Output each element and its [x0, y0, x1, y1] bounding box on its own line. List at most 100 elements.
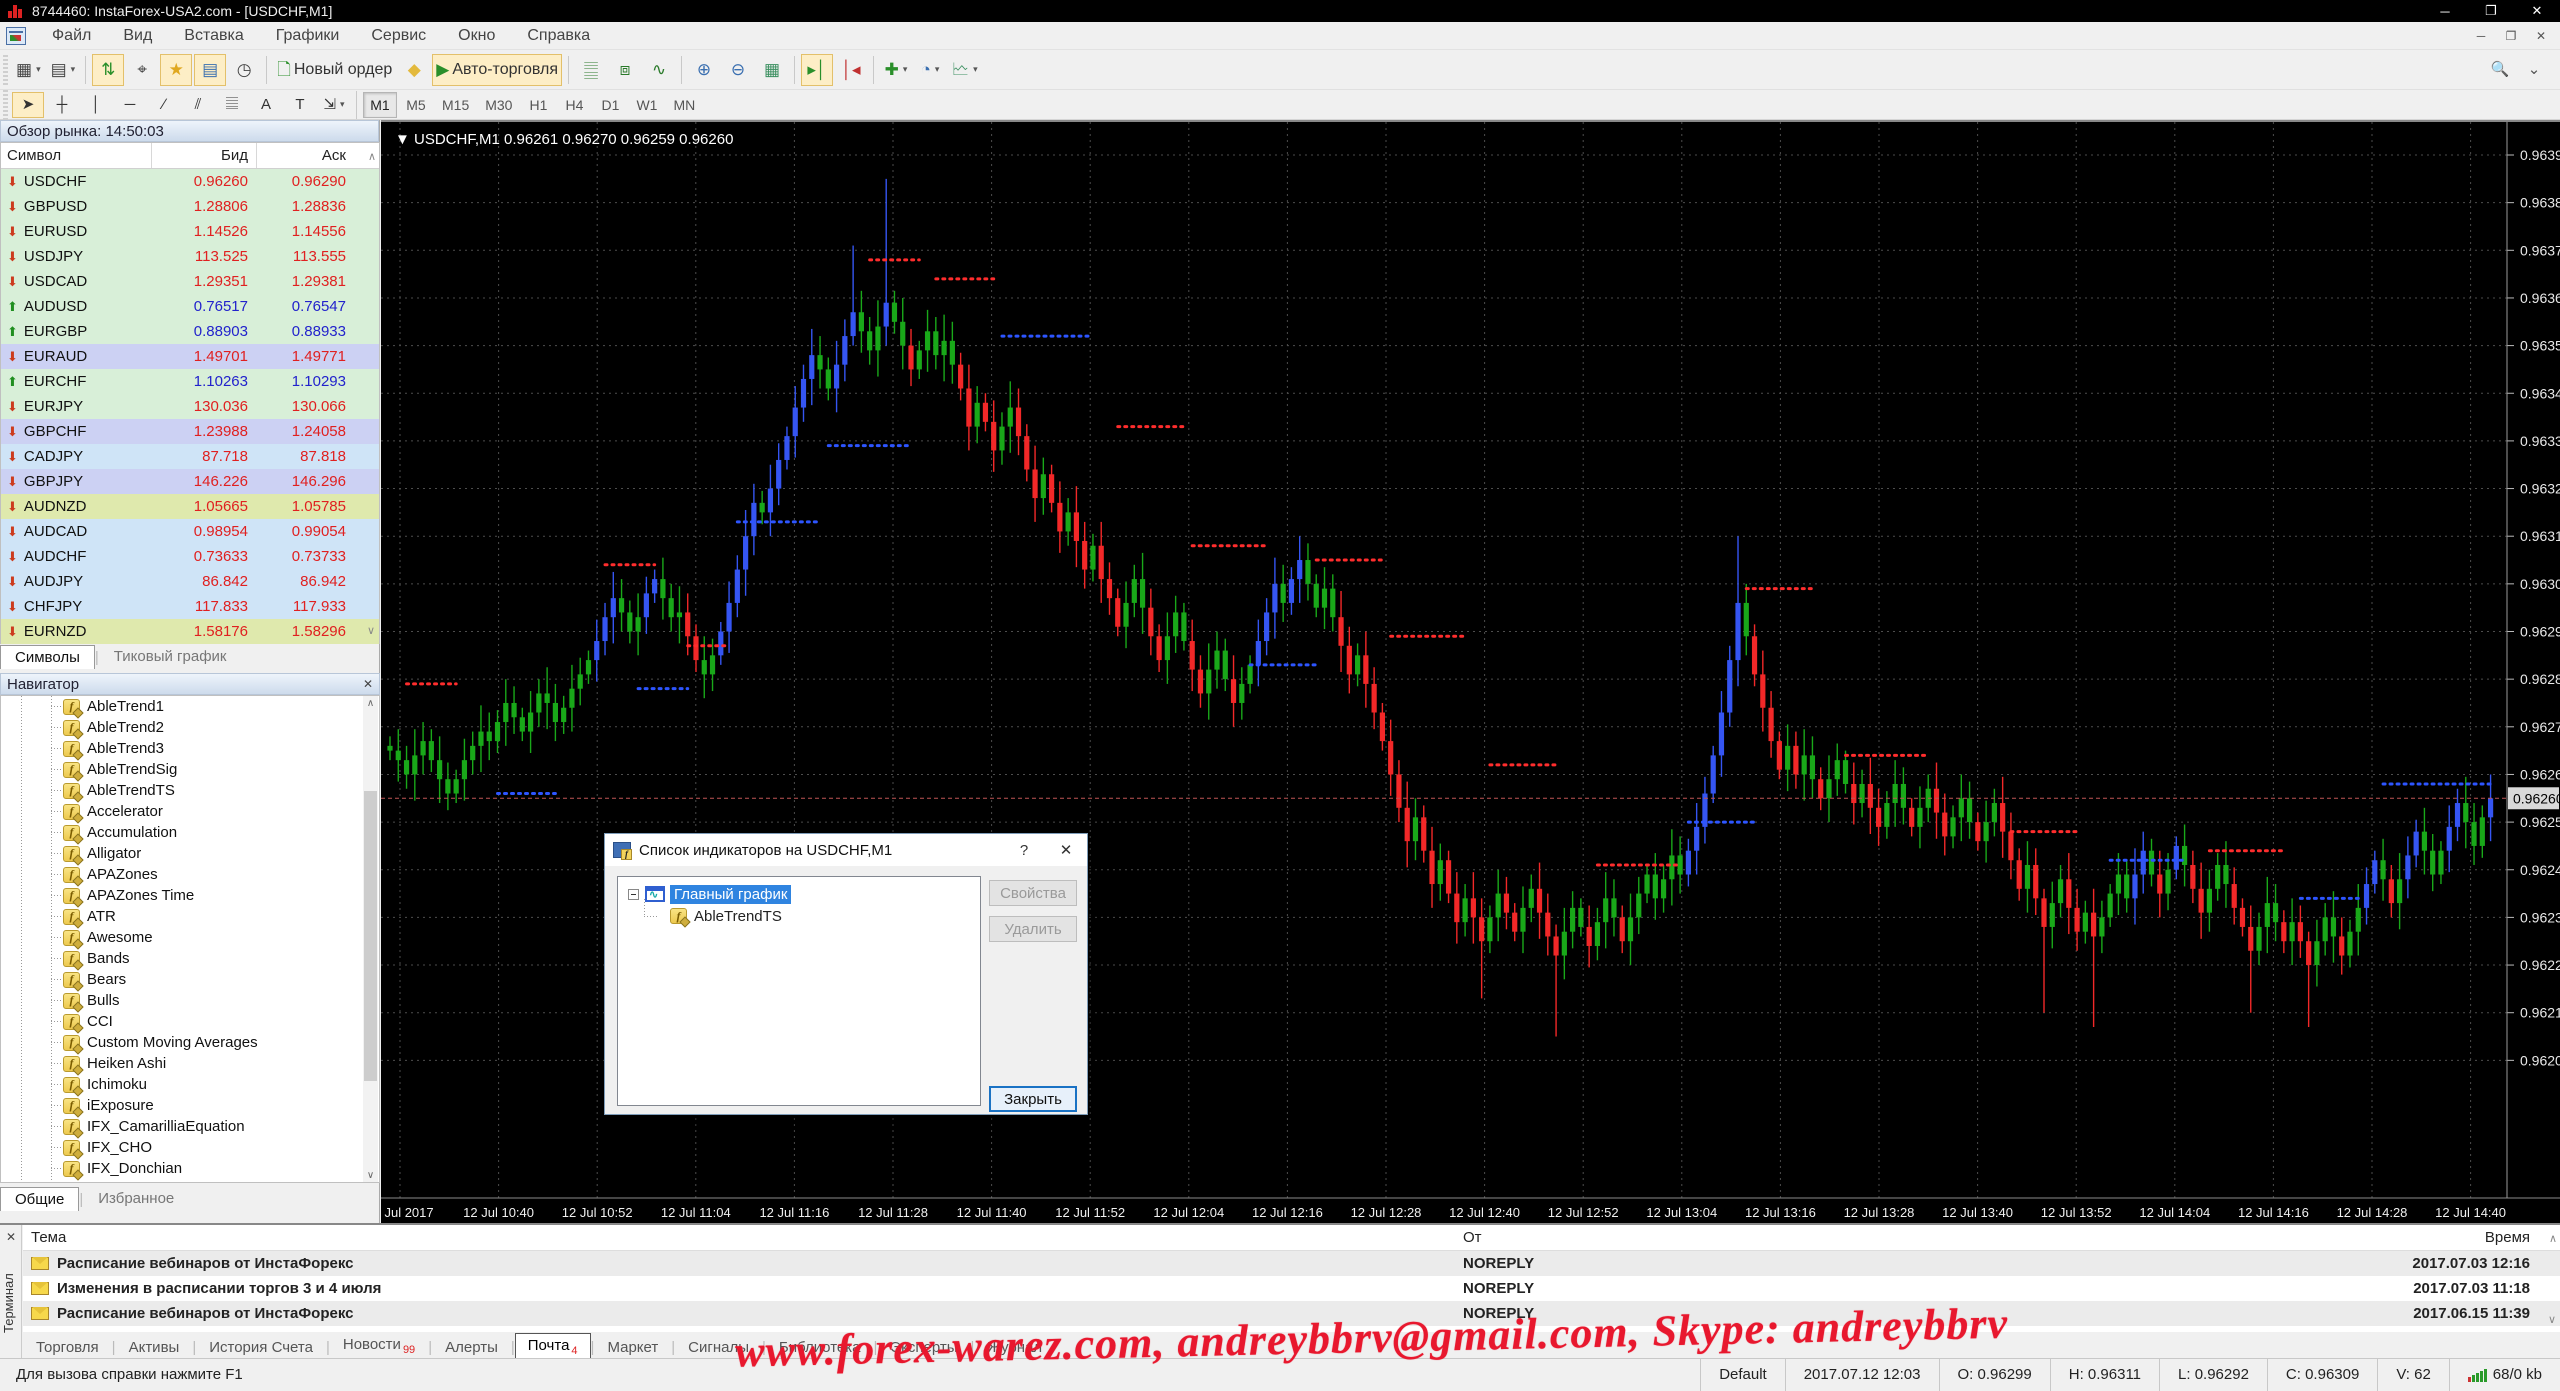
trendline-tool[interactable]: ∕ — [148, 92, 180, 118]
market-watch-row-usdjpy[interactable]: ⬇USDJPY113.525113.555 — [1, 244, 379, 269]
terminal-toggle[interactable]: ▤ — [194, 54, 226, 86]
market-watch-row-eurgbp[interactable]: ⬆EURGBP0.889030.88933 — [1, 319, 379, 344]
zoom-in-button[interactable]: ⊕ — [688, 54, 720, 86]
line-chart-button[interactable]: ∿ — [643, 54, 675, 86]
terminal-tab-новости[interactable]: Новости99 — [330, 1332, 428, 1360]
dialog-indicator-list[interactable]: Главный график f AbleTrendTS — [617, 876, 981, 1106]
child-restore-button[interactable]: ❐ — [2496, 25, 2526, 47]
market-watch-row-cadjpy[interactable]: ⬇CADJPY87.71887.818 — [1, 444, 379, 469]
timeframe-m30[interactable]: M30 — [478, 92, 519, 118]
scroll-up-icon[interactable]: ∧ — [2549, 1232, 2557, 1245]
mail-row[interactable]: Расписание вебинаров от ИнстаФорексNOREP… — [23, 1251, 2560, 1276]
scrollbar-thumb[interactable] — [364, 791, 377, 1081]
navigator-item-abletrend2[interactable]: fAbleTrend2 — [1, 717, 379, 738]
menu-вид[interactable]: Вид — [107, 23, 168, 48]
timeframe-h1[interactable]: H1 — [521, 92, 555, 118]
scroll-down-icon[interactable]: ∨ — [367, 624, 375, 637]
mail-row[interactable]: Изменения в расписании торгов 3 и 4 июля… — [23, 1276, 2560, 1301]
navigator-item-ichimoku[interactable]: fIchimoku — [1, 1074, 379, 1095]
status-profile[interactable]: Default — [1700, 1359, 1785, 1391]
column-from[interactable]: От — [1455, 1225, 2410, 1250]
navigator-toggle[interactable]: ★ — [160, 54, 192, 86]
navigator-item-cci[interactable]: fCCI — [1, 1011, 379, 1032]
market-watch-row-audusd[interactable]: ⬆AUDUSD0.765170.76547 — [1, 294, 379, 319]
strategy-tester-toggle[interactable]: ◷ — [228, 54, 260, 86]
fibonacci-tool[interactable]: 𝄚 — [216, 92, 248, 118]
terminal-tab-история-счета[interactable]: История Счета — [196, 1335, 326, 1360]
bar-chart-button[interactable]: 𝄛 — [575, 54, 607, 86]
close-button[interactable]: Закрыть — [989, 1086, 1077, 1112]
periods-button[interactable]: ◔▾ — [914, 54, 946, 86]
terminal-tab-маркет[interactable]: Маркет — [594, 1335, 671, 1360]
child-close-button[interactable]: ✕ — [2526, 25, 2556, 47]
navigator-item-ifx-donchian[interactable]: fIFX_Donchian — [1, 1158, 379, 1179]
terminal-close-icon[interactable]: ✕ — [3, 1229, 19, 1245]
market-watch-row-chfjpy[interactable]: ⬇CHFJPY117.833117.933 — [1, 594, 379, 619]
profiles-button[interactable]: ▤▾ — [47, 54, 80, 86]
market-watch-row-gbpchf[interactable]: ⬇GBPCHF1.239881.24058 — [1, 419, 379, 444]
navigator-item-apazones[interactable]: fAPAZones — [1, 864, 379, 885]
candle-chart-button[interactable]: ⧈ — [609, 54, 641, 86]
navigator-close-icon[interactable]: ✕ — [363, 677, 373, 691]
scroll-down-icon[interactable]: ∨ — [2548, 1313, 2556, 1326]
text-tool[interactable]: A — [250, 92, 282, 118]
navigator-item-atr[interactable]: fATR — [1, 906, 379, 927]
dialog-help-button[interactable]: ? — [1003, 834, 1045, 866]
market-watch-row-gbpjpy[interactable]: ⬇GBPJPY146.226146.296 — [1, 469, 379, 494]
navigator-item-ifx-camarilliaequation[interactable]: fIFX_CamarilliaEquation — [1, 1116, 379, 1137]
market-watch-row-euraud[interactable]: ⬇EURAUD1.497011.49771 — [1, 344, 379, 369]
tile-windows-button[interactable]: ▦ — [756, 54, 788, 86]
templates-button[interactable]: 🗠▾ — [948, 54, 982, 86]
market-watch-row-audnzd[interactable]: ⬇AUDNZD1.056651.05785 — [1, 494, 379, 519]
timeframe-m5[interactable]: M5 — [399, 92, 433, 118]
navigator-item-accumulation[interactable]: fAccumulation — [1, 822, 379, 843]
market-watch-row-eurchf[interactable]: ⬆EURCHF1.102631.10293 — [1, 369, 379, 394]
close-button[interactable]: ✕ — [2514, 0, 2560, 22]
column-symbol[interactable]: Символ — [1, 143, 151, 168]
navigator-item-bulls[interactable]: fBulls — [1, 990, 379, 1011]
scroll-up-icon[interactable]: ∧ — [363, 696, 378, 710]
vline-tool[interactable]: │ — [80, 92, 112, 118]
minimize-button[interactable]: ─ — [2422, 0, 2468, 22]
tab-symbols[interactable]: Символы — [0, 645, 95, 669]
terminal-tab-почта[interactable]: Почта4 — [515, 1333, 591, 1360]
navigator-item-apazones-time[interactable]: fAPAZones Time — [1, 885, 379, 906]
terminal-tab-алерты[interactable]: Алерты — [432, 1335, 511, 1360]
dialog-close-button[interactable]: ✕ — [1045, 834, 1087, 866]
new-chart-button[interactable]: ▦▾ — [12, 54, 45, 86]
column-time[interactable]: Время — [2410, 1225, 2530, 1250]
menu-сервис[interactable]: Сервис — [355, 23, 442, 48]
terminal-tab-торговля[interactable]: Торговля — [23, 1335, 112, 1360]
metaeditor-button[interactable]: ◆ — [398, 54, 430, 86]
tab-tick-chart[interactable]: Тиковый график — [99, 644, 242, 669]
tab-favorites[interactable]: Избранное — [83, 1186, 189, 1211]
hline-tool[interactable]: ─ — [114, 92, 146, 118]
market-watch-row-eurjpy[interactable]: ⬇EURJPY130.036130.066 — [1, 394, 379, 419]
navigator-item-heiken-ashi[interactable]: fHeiken Ashi — [1, 1053, 379, 1074]
market-watch-row-audjpy[interactable]: ⬇AUDJPY86.84286.942 — [1, 569, 379, 594]
market-watch-row-gbpusd[interactable]: ⬇GBPUSD1.288061.28836 — [1, 194, 379, 219]
maximize-button[interactable]: ❐ — [2468, 0, 2514, 22]
navigator-item-awesome[interactable]: fAwesome — [1, 927, 379, 948]
channel-tool[interactable]: ⫽ — [182, 92, 214, 118]
navigator-item-ifx-cho[interactable]: fIFX_CHO — [1, 1137, 379, 1158]
timeframe-m15[interactable]: M15 — [435, 92, 476, 118]
market-watch-row-usdcad[interactable]: ⬇USDCAD1.293511.29381 — [1, 269, 379, 294]
timeframe-w1[interactable]: W1 — [629, 92, 664, 118]
timeframe-h4[interactable]: H4 — [557, 92, 591, 118]
tree-collapse-icon[interactable] — [628, 889, 639, 900]
menu-файл[interactable]: Файл — [36, 23, 107, 48]
navigator-item-custom-moving-averages[interactable]: fCustom Moving Averages — [1, 1032, 379, 1053]
scroll-up-icon[interactable]: ∧ — [368, 150, 376, 163]
dialog-title-bar[interactable]: Список индикаторов на USDCHF,M1 ? ✕ — [605, 834, 1087, 866]
market-watch-row-audchf[interactable]: ⬇AUDCHF0.736330.73733 — [1, 544, 379, 569]
indicators-button[interactable]: ✚▾ — [880, 54, 912, 86]
new-order-button[interactable]: 🗋Новый ордер — [273, 54, 396, 86]
menu-вставка[interactable]: Вставка — [168, 23, 259, 48]
column-subject[interactable]: Тема — [23, 1225, 1455, 1250]
timeframe-mn[interactable]: MN — [666, 92, 702, 118]
chart-shift-toggle[interactable]: │◂ — [835, 54, 867, 86]
chart-window-icon[interactable] — [6, 27, 26, 45]
indicator-label[interactable]: AbleTrendTS — [694, 908, 782, 925]
navigator-item-bands[interactable]: fBands — [1, 948, 379, 969]
